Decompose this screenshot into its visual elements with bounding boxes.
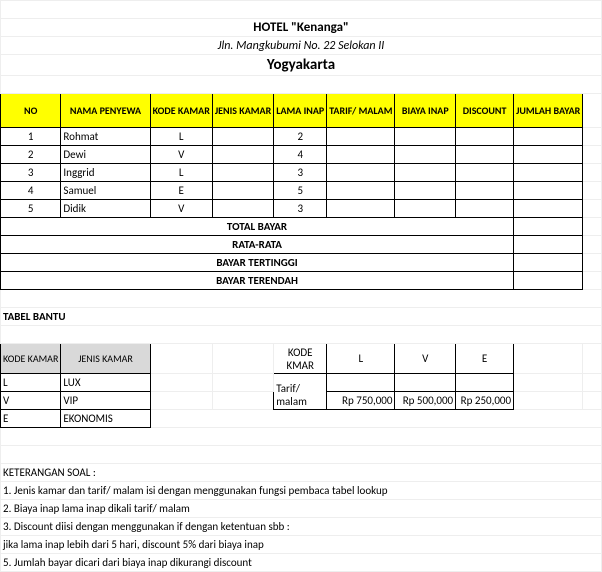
summary-rata[interactable]: RATA-RATA bbox=[1, 236, 514, 254]
col-jumlah[interactable]: JUMLAH BAYAR bbox=[514, 94, 583, 128]
ket-item: 5. Jumlah bayar dicari dari biaya inap d… bbox=[1, 554, 602, 572]
hotel-title: HOTEL "Kenanga" bbox=[1, 19, 602, 37]
table-row: 4 Samuel E 5 bbox=[1, 182, 602, 200]
table-row: 3 Inggrid L 3 bbox=[1, 164, 602, 182]
cell-biaya[interactable] bbox=[395, 128, 456, 146]
cell-jumlah[interactable] bbox=[514, 128, 583, 146]
col-kode[interactable]: KODE KAMAR bbox=[150, 94, 212, 128]
bantu-tarif-label[interactable]: Tarif/ malam bbox=[274, 374, 327, 410]
ket-item: 3. Discount diisi dengan menggunakan if … bbox=[1, 518, 602, 536]
ket-item: 1. Jenis kamar dan tarif/ malam isi deng… bbox=[1, 482, 602, 500]
table-row: 1 Rohmat L 2 bbox=[1, 128, 602, 146]
col-disc[interactable]: DISCOUNT bbox=[456, 94, 514, 128]
col-no[interactable]: NO bbox=[1, 94, 61, 128]
cell-nama[interactable]: Rohmat bbox=[61, 128, 150, 146]
bantu-left-kode-hdr[interactable]: KODE KAMAR bbox=[1, 344, 61, 374]
spreadsheet: HOTEL "Kenanga" Jln. Mangkubumi No. 22 S… bbox=[0, 0, 602, 572]
col-biaya[interactable]: BIAYA INAP bbox=[395, 94, 456, 128]
bantu-right-kode-hdr[interactable]: KODE KMAR bbox=[274, 344, 327, 374]
cell-lama[interactable]: 2 bbox=[274, 128, 327, 146]
ket-title: KETERANGAN SOAL : bbox=[1, 464, 602, 482]
ket-item: jika lama inap lebih dari 5 hari, discou… bbox=[1, 536, 602, 554]
summary-total[interactable]: TOTAL BAYAR bbox=[1, 218, 514, 236]
summary-rendah[interactable]: BAYAR TERENDAH bbox=[1, 272, 514, 290]
bantu-left-jenis-hdr[interactable]: JENIS KAMAR bbox=[61, 344, 150, 374]
hotel-address: Jln. Mangkubumi No. 22 Selokan II bbox=[1, 37, 602, 55]
col-jenis[interactable]: JENIS KAMAR bbox=[212, 94, 273, 128]
header-row: NO NAMA PENYEWA KODE KAMAR JENIS KAMAR L… bbox=[1, 94, 602, 128]
ket-item: 2. Biaya inap lama inap dikali tarif/ ma… bbox=[1, 500, 602, 518]
cell-disc[interactable] bbox=[456, 128, 514, 146]
summary-tinggi[interactable]: BAYAR TERTINGGI bbox=[1, 254, 514, 272]
col-nama[interactable]: NAMA PENYEWA bbox=[61, 94, 150, 128]
bantu-title: TABEL BANTU bbox=[1, 308, 602, 326]
cell-tarif[interactable] bbox=[327, 128, 395, 146]
col-lama[interactable]: LAMA INAP bbox=[274, 94, 327, 128]
cell-kode[interactable]: L bbox=[150, 128, 212, 146]
col-tarif[interactable]: TARIF/ MALAM bbox=[327, 94, 395, 128]
hotel-city: Yogyakarta bbox=[1, 55, 602, 76]
table-row: 2 Dewi V 4 bbox=[1, 146, 602, 164]
cell-no[interactable]: 1 bbox=[1, 128, 61, 146]
table-row: 5 Didik V 3 bbox=[1, 200, 602, 218]
cell-jenis[interactable] bbox=[212, 128, 273, 146]
